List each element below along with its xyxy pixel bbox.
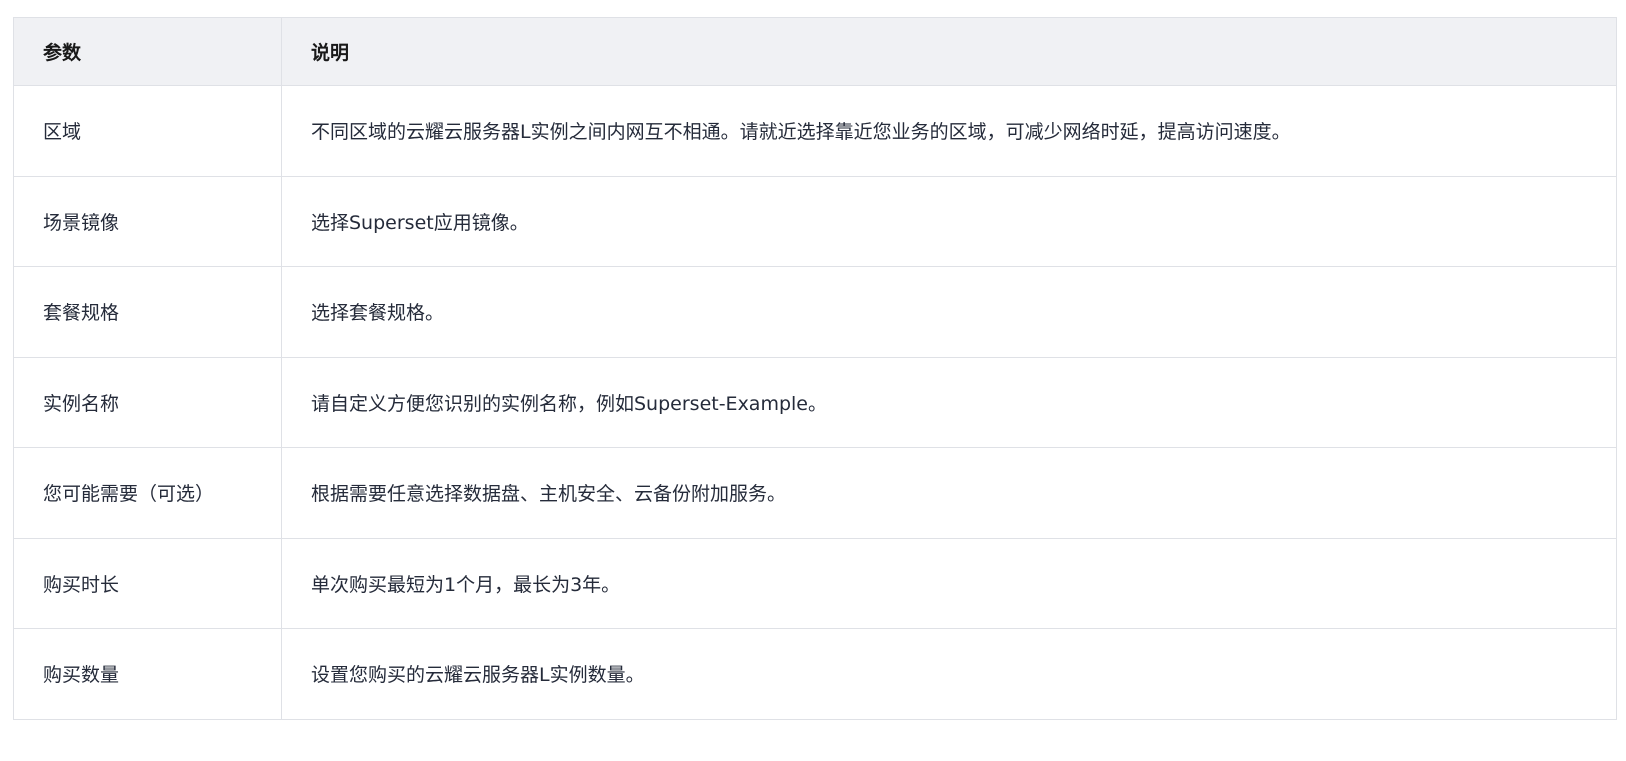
- desc-cell: 不同区域的云耀云服务器L实例之间内网互不相通。请就近选择靠近您业务的区域，可减少…: [281, 85, 1617, 177]
- param-cell: 实例名称: [13, 356, 282, 448]
- table-row: 购买数量 设置您购买的云耀云服务器L实例数量。: [13, 628, 1617, 720]
- desc-cell: 设置您购买的云耀云服务器L实例数量。: [281, 628, 1617, 720]
- table-row: 购买时长 单次购买最短为1个月，最长为3年。: [13, 537, 1617, 629]
- desc-cell: 根据需要任意选择数据盘、主机安全、云备份附加服务。: [281, 447, 1617, 539]
- table-row: 套餐规格 选择套餐规格。: [13, 266, 1617, 358]
- param-cell: 购买数量: [13, 628, 282, 720]
- desc-cell: 单次购买最短为1个月，最长为3年。: [281, 537, 1617, 629]
- param-cell: 区域: [13, 85, 282, 177]
- param-cell: 套餐规格: [13, 266, 282, 358]
- param-cell: 您可能需要（可选）: [13, 447, 282, 539]
- header-param: 参数: [13, 17, 282, 86]
- table-header: 参数 说明: [13, 17, 1617, 86]
- desc-cell: 选择Superset应用镜像。: [281, 175, 1617, 267]
- parameter-table: 参数 说明 区域 不同区域的云耀云服务器L实例之间内网互不相通。请就近选择靠近您…: [13, 17, 1617, 720]
- table-row: 您可能需要（可选） 根据需要任意选择数据盘、主机安全、云备份附加服务。: [13, 447, 1617, 539]
- table-row: 场景镜像 选择Superset应用镜像。: [13, 175, 1617, 267]
- table-row: 区域 不同区域的云耀云服务器L实例之间内网互不相通。请就近选择靠近您业务的区域，…: [13, 85, 1617, 177]
- desc-cell: 请自定义方便您识别的实例名称，例如Superset-Example。: [281, 356, 1617, 448]
- table-body: 区域 不同区域的云耀云服务器L实例之间内网互不相通。请就近选择靠近您业务的区域，…: [13, 85, 1617, 720]
- table-row: 实例名称 请自定义方便您识别的实例名称，例如Superset-Example。: [13, 356, 1617, 448]
- param-cell: 购买时长: [13, 537, 282, 629]
- header-desc: 说明: [281, 17, 1617, 86]
- header-row: 参数 说明: [13, 17, 1617, 86]
- param-cell: 场景镜像: [13, 175, 282, 267]
- desc-cell: 选择套餐规格。: [281, 266, 1617, 358]
